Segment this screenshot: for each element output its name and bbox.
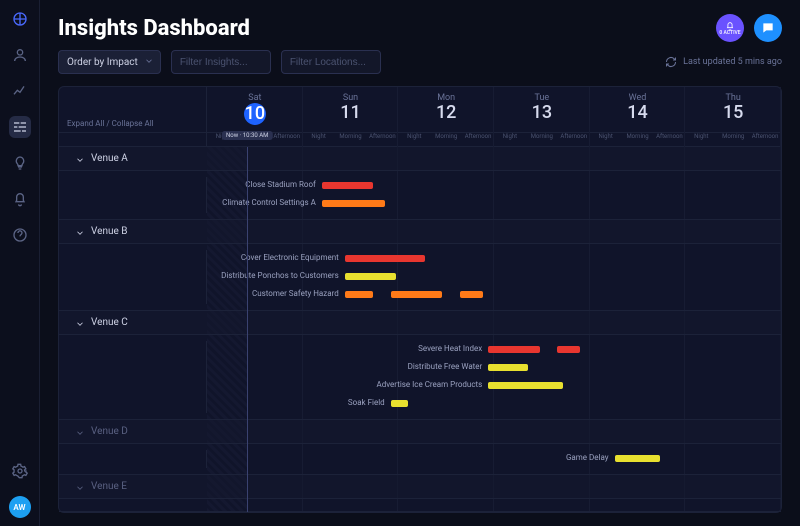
logo-icon[interactable]	[9, 8, 31, 30]
day-column[interactable]: Tue13	[494, 87, 590, 132]
avatar[interactable]: AW	[9, 496, 31, 518]
chevron-down-icon	[75, 319, 83, 327]
insight-label: Customer Safety Hazard	[252, 289, 345, 298]
filter-insights-input[interactable]	[171, 50, 271, 74]
insight-label: Distribute Free Water	[408, 362, 489, 371]
help-icon[interactable]	[9, 224, 31, 246]
expand-all-label: Expand All / Collapse All	[67, 119, 154, 128]
day-column[interactable]: Sun11	[303, 87, 399, 132]
insight-label: Cover Electronic Equipment	[241, 253, 345, 262]
insight-row: Severe Heat Index	[59, 341, 781, 359]
day-column[interactable]: Thu15	[685, 87, 781, 132]
venue-header[interactable]: Venue B	[59, 220, 781, 244]
insight-bar[interactable]	[322, 200, 385, 207]
insight-bar[interactable]	[488, 382, 563, 389]
notifications-button[interactable]: 0 ACTIVE	[716, 14, 744, 42]
day-column[interactable]: Wed14	[590, 87, 686, 132]
chevron-down-icon	[75, 483, 83, 491]
insight-row: Cover Electronic Equipment	[59, 250, 781, 268]
insight-row: Distribute Ponchos to Customers	[59, 268, 781, 286]
day-column[interactable]: Sat10	[207, 87, 303, 132]
trend-icon[interactable]	[9, 80, 31, 102]
insight-bar[interactable]	[391, 400, 408, 407]
insights-icon[interactable]	[9, 116, 31, 138]
venue-header[interactable]: Venue C	[59, 311, 781, 335]
insight-label: Soak Field	[348, 398, 391, 407]
chat-button[interactable]	[754, 14, 782, 42]
expand-collapse-all[interactable]: Expand All / Collapse All	[59, 87, 207, 132]
day-number: 14	[590, 103, 686, 123]
insight-bar[interactable]	[488, 364, 528, 371]
insight-bar[interactable]	[488, 346, 540, 353]
venue-name: Venue D	[91, 426, 128, 437]
insight-bar[interactable]	[322, 182, 374, 189]
chevron-down-icon	[75, 155, 83, 163]
day-number: 13	[494, 103, 590, 123]
insight-row: Close Stadium Roof	[59, 177, 781, 195]
insight-label: Advertise Ice Cream Products	[377, 380, 489, 389]
page-title: Insights Dashboard	[58, 16, 706, 41]
insight-label: Distribute Ponchos to Customers	[221, 271, 345, 280]
insight-bar[interactable]	[345, 273, 397, 280]
venue-name: Venue E	[91, 481, 127, 492]
day-weekday: Sat	[207, 93, 303, 103]
chevron-down-icon	[75, 428, 83, 436]
bell-icon[interactable]	[9, 188, 31, 210]
day-number: 10	[244, 103, 266, 125]
day-number: 15	[685, 103, 781, 123]
insight-bar[interactable]	[557, 346, 580, 353]
venue-header[interactable]: Venue D	[59, 420, 781, 444]
venue-name: Venue A	[91, 153, 128, 164]
settings-gear-icon[interactable]	[9, 460, 31, 482]
venue-header[interactable]: Venue A	[59, 147, 781, 171]
insight-row: Customer Safety Hazard	[59, 286, 781, 304]
insight-bar[interactable]	[345, 255, 425, 262]
sidebar: AW	[0, 0, 40, 526]
order-select[interactable]: Order by Impact	[58, 50, 161, 74]
insight-row: Game Delay	[59, 450, 781, 468]
filter-locations-input[interactable]	[281, 50, 381, 74]
order-select-label: Order by Impact	[67, 57, 138, 68]
refresh-button[interactable]: Last updated 5 mins ago	[665, 56, 782, 68]
user-icon[interactable]	[9, 44, 31, 66]
insight-label: Climate Control Settings A	[222, 198, 322, 207]
insight-bar[interactable]	[345, 291, 374, 298]
now-indicator: Now · 10:30 AM	[222, 131, 272, 140]
insight-label: Close Stadium Roof	[245, 180, 322, 189]
venue-header[interactable]: Venue E	[59, 475, 781, 499]
insight-row: Distribute Free Water	[59, 359, 781, 377]
notifications-label: 0 ACTIVE	[719, 31, 740, 36]
insight-bar[interactable]	[460, 291, 483, 298]
chevron-down-icon	[144, 56, 154, 69]
insight-row: Advertise Ice Cream Products	[59, 377, 781, 395]
refresh-label: Last updated 5 mins ago	[683, 57, 782, 67]
day-number: 11	[303, 103, 399, 123]
insight-row: Soak Field	[59, 395, 781, 413]
day-number: 12	[398, 103, 494, 123]
insight-row: Climate Control Settings A	[59, 195, 781, 213]
insight-bar[interactable]	[391, 291, 443, 298]
insight-label: Game Delay	[566, 453, 615, 462]
insight-label: Severe Heat Index	[418, 344, 488, 353]
chevron-down-icon	[75, 228, 83, 236]
venue-name: Venue C	[91, 317, 128, 328]
day-column[interactable]: Mon12	[398, 87, 494, 132]
timeline: Expand All / Collapse All Sat10Sun11Mon1…	[58, 86, 782, 513]
venue-name: Venue B	[91, 226, 128, 237]
insight-bar[interactable]	[615, 455, 661, 462]
lightbulb-icon[interactable]	[9, 152, 31, 174]
